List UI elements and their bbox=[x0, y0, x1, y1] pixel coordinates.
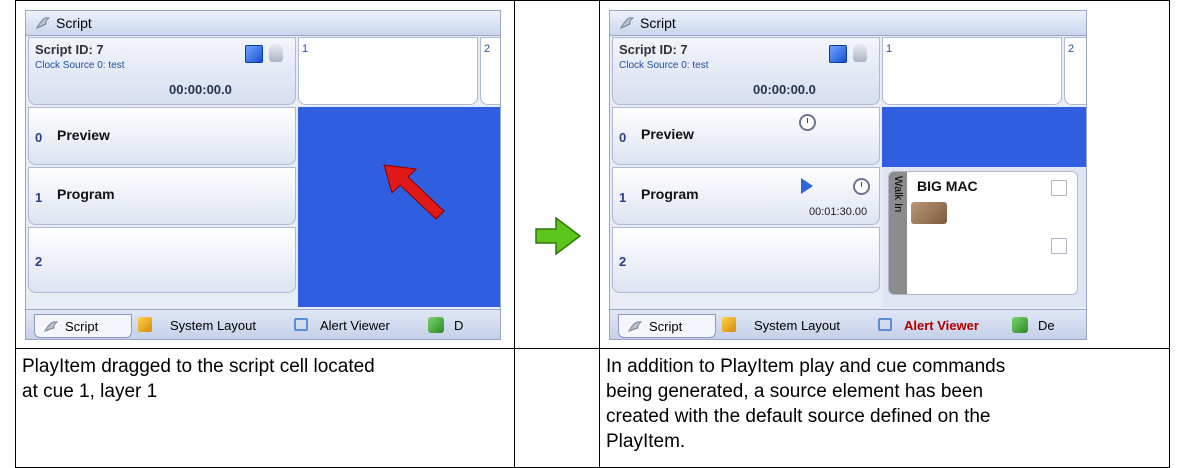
layer-name: Preview bbox=[641, 126, 694, 142]
bottom-tab-bar: Script System Layout Alert Viewer D bbox=[26, 309, 500, 339]
device-icon bbox=[428, 317, 444, 333]
duration: 00:01:30.00 bbox=[809, 206, 868, 218]
layer-row-2[interactable]: 2 bbox=[28, 227, 296, 293]
clock-source: Clock Source 0: test bbox=[619, 60, 709, 71]
script-window-before: Script Script ID: 7 Clock Source 0: test… bbox=[25, 10, 501, 340]
side-label: Walk In bbox=[892, 176, 904, 213]
tab-d[interactable]: D bbox=[424, 314, 500, 338]
cue-header-1[interactable]: 1 bbox=[298, 37, 478, 105]
tab-system-layout[interactable]: System Layout bbox=[136, 314, 286, 338]
playitem-thumbnail bbox=[911, 202, 947, 224]
tab-alert-viewer[interactable]: Alert Viewer bbox=[290, 314, 420, 338]
playitem-card[interactable]: Walk In BIG MAC bbox=[888, 171, 1078, 295]
script-header-cell: Script ID: 7 Clock Source 0: test 00:00:… bbox=[28, 37, 296, 105]
table-divider bbox=[599, 0, 600, 468]
tab-system-layout[interactable]: System Layout bbox=[720, 314, 870, 338]
drag-arrow-icon bbox=[383, 164, 445, 220]
row-divider bbox=[15, 348, 1170, 349]
tab-script[interactable]: Script bbox=[618, 314, 716, 338]
window-titlebar: Script bbox=[610, 11, 1086, 36]
tab-script[interactable]: Script bbox=[34, 314, 132, 338]
cue-header-2[interactable]: 2 bbox=[1064, 37, 1086, 105]
playitem-title: BIG MAC bbox=[917, 178, 978, 194]
script-window-after: Script Script ID: 7 Clock Source 0: test… bbox=[609, 10, 1087, 340]
layer-row-2[interactable]: 2 bbox=[612, 227, 880, 293]
cue-clock-icon[interactable] bbox=[799, 114, 816, 131]
script-header-cell: Script ID: 7 Clock Source 0: test 00:00:… bbox=[612, 37, 880, 105]
timecode: 00:00:00.0 bbox=[169, 82, 232, 97]
layer-row-0[interactable]: 0 Preview bbox=[28, 107, 296, 165]
stop-square-icon[interactable] bbox=[829, 45, 847, 63]
device-icon bbox=[1012, 317, 1028, 333]
cue-clock-icon[interactable] bbox=[853, 178, 870, 195]
caption-right: In addition to PlayItem play and cue com… bbox=[606, 356, 1006, 452]
script-icon bbox=[627, 321, 643, 332]
stop-square-icon[interactable] bbox=[245, 45, 263, 63]
script-id: Script ID: 7 bbox=[35, 42, 104, 57]
script-grid[interactable]: Walk In BIG MAC bbox=[882, 107, 1086, 307]
table-divider bbox=[514, 0, 515, 468]
layer-row-0[interactable]: 0 Preview bbox=[612, 107, 880, 165]
clock-source: Clock Source 0: test bbox=[35, 60, 125, 71]
bell-icon[interactable] bbox=[853, 44, 867, 62]
script-grid[interactable] bbox=[298, 107, 500, 307]
script-icon bbox=[43, 321, 59, 332]
layer-name: Preview bbox=[57, 127, 110, 143]
alert-viewer-icon bbox=[878, 318, 892, 331]
cue-header-1[interactable]: 1 bbox=[882, 37, 1062, 105]
system-layout-icon bbox=[138, 317, 152, 332]
checkbox[interactable] bbox=[1051, 180, 1067, 196]
tab-alert-viewer[interactable]: Alert Viewer bbox=[874, 314, 1004, 338]
checkbox[interactable] bbox=[1051, 238, 1067, 254]
cue-header-2[interactable]: 2 bbox=[480, 37, 500, 105]
layer-row-1[interactable]: 1 Program 00:01:30.00 bbox=[612, 167, 880, 225]
layer-name: Program bbox=[57, 186, 115, 202]
layer-name: Program bbox=[641, 186, 699, 202]
window-title: Script bbox=[640, 15, 676, 31]
script-icon bbox=[35, 17, 51, 29]
window-titlebar: Script bbox=[26, 11, 500, 36]
window-title: Script bbox=[56, 15, 92, 31]
playitem-side-strip: Walk In bbox=[889, 172, 907, 294]
alert-viewer-icon bbox=[294, 318, 308, 331]
bottom-tab-bar: Script System Layout Alert Viewer De bbox=[610, 309, 1086, 339]
script-icon bbox=[619, 17, 635, 29]
next-arrow-icon bbox=[535, 216, 582, 256]
layer-row-1[interactable]: 1 Program bbox=[28, 167, 296, 225]
system-layout-icon bbox=[722, 317, 736, 332]
script-id: Script ID: 7 bbox=[619, 42, 688, 57]
tab-d[interactable]: De bbox=[1008, 314, 1086, 338]
caption-left: PlayItem dragged to the script cell loca… bbox=[22, 356, 375, 402]
timecode: 00:00:00.0 bbox=[753, 82, 816, 97]
play-icon[interactable] bbox=[801, 178, 813, 194]
bell-icon[interactable] bbox=[269, 44, 283, 62]
